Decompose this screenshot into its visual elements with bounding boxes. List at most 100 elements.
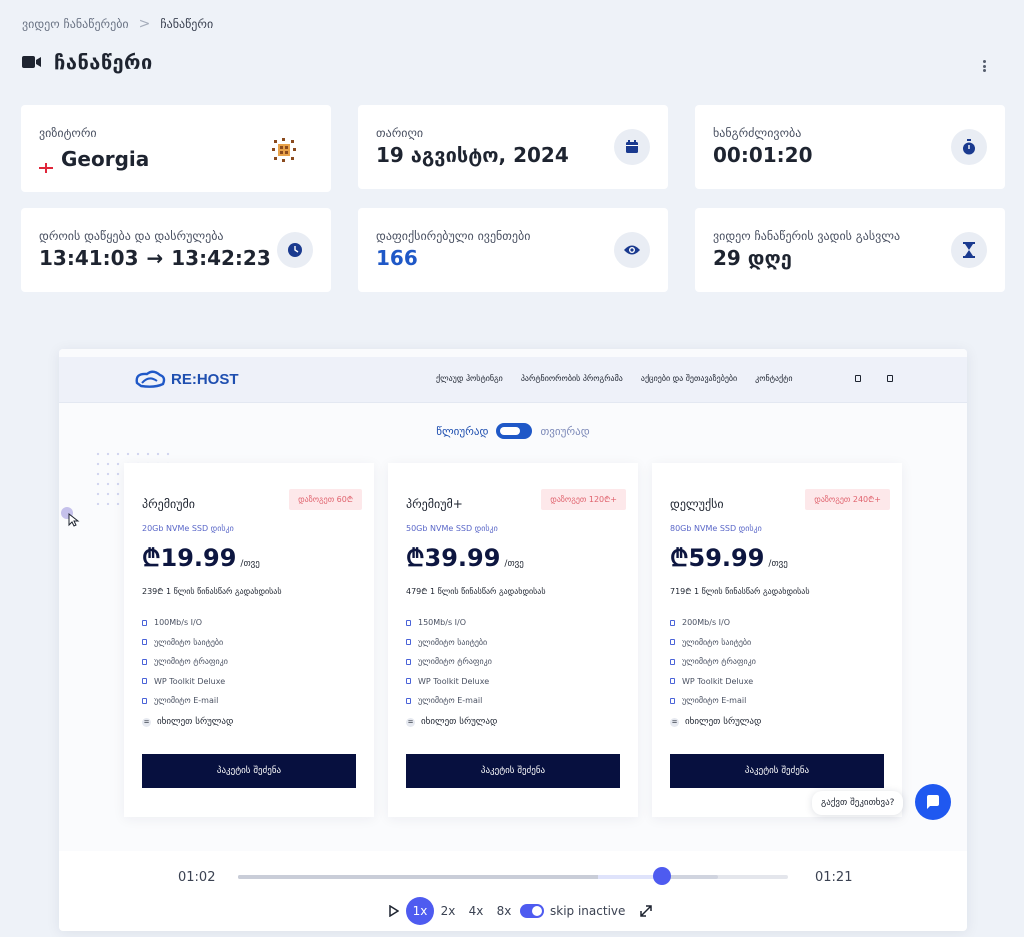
feature-text: ულიმიტო ტრაფიკი [154, 657, 228, 667]
breadcrumb-separator: > [138, 16, 151, 32]
visitor-label: ვიზიტორი [39, 126, 97, 140]
checkbox-icon [670, 697, 675, 704]
list-item: WP Toolkit Deluxe [142, 672, 228, 692]
plan-name: დელუქსი [670, 497, 724, 511]
session-replay-player: RE:HOST ქლაუდ ჰოსტინგი პარტნიორობის პროგ… [59, 349, 967, 931]
feature-text: ულიმიტო საიტები [682, 637, 752, 647]
duration-value: 00:01:20 [713, 143, 813, 167]
chat-prompt-bubble: გაქვთ შეკითხვა? [812, 791, 904, 815]
buy-plan-button: პაკეტის შეძენა [142, 754, 356, 788]
date-value: 19 აგვისტო, 2024 [376, 143, 569, 167]
speed-1x-button[interactable]: 1x [406, 897, 434, 925]
video-camera-icon [22, 56, 41, 68]
plan-see-more: = იხილეთ სრულად [406, 717, 497, 727]
list-item: ულიმიტო ტრაფიკი [406, 652, 492, 672]
see-more-text: იხილეთ სრულად [421, 717, 498, 727]
fullscreen-icon[interactable] [639, 904, 653, 918]
feature-text: ულიმიტო E-mail [682, 696, 747, 706]
skip-inactive-label: skip inactive [550, 904, 626, 918]
plan-price: ₾19.99/თვე [142, 541, 260, 574]
see-more-text: იხილეთ სრულად [157, 717, 234, 727]
start-end-card: დროის დაწყება და დასრულება 13:41:03 → 13… [21, 208, 331, 292]
progress-thumb[interactable] [653, 867, 671, 885]
breadcrumb-parent-link[interactable]: ვიდეო ჩანაწერები [22, 17, 129, 31]
stopwatch-icon [951, 129, 987, 165]
speed-2x-button[interactable]: 2x [434, 897, 462, 925]
checkbox-icon [406, 658, 411, 665]
equals-icon: = [406, 717, 415, 727]
list-item: 100Mb/s I/O [142, 613, 228, 633]
checkbox-icon [142, 658, 147, 665]
feature-text: 100Mb/s I/O [154, 618, 203, 628]
expiry-label: ვიდეო ჩანაწერის ვადის გასვლა [713, 229, 901, 243]
breadcrumb: ვიდეო ჩანაწერები > ჩანაწერი [22, 16, 213, 32]
plan-disk: 80Gb NVMe SSD დისკი [670, 524, 762, 533]
checkbox-icon [406, 678, 411, 685]
search-icon [855, 375, 861, 382]
checkbox-icon [142, 678, 147, 685]
georgia-flag-icon [39, 154, 53, 173]
rehost-logo: RE:HOST [133, 369, 239, 389]
checkbox-icon [670, 619, 675, 626]
events-label: დაფიქსირებული ივენთები [376, 229, 531, 243]
plan-price-amount: ₾39.99 [406, 544, 501, 572]
duration-label: ხანგრძლივობა [713, 126, 802, 140]
play-icon[interactable] [382, 897, 406, 925]
plan-discount-badge: დაზოგეთ 120₾+ [541, 489, 626, 510]
checkbox-icon [406, 639, 411, 646]
duration-card: ხანგრძლივობა 00:01:20 [695, 105, 1005, 189]
list-item: 150Mb/s I/O [406, 613, 492, 633]
plan-disk: 50Gb NVMe SSD დისკი [406, 524, 498, 533]
plan-discount-badge: დაზოგეთ 60₾ [289, 489, 362, 510]
recorded-mouse-cursor-icon [61, 507, 81, 531]
page-heading: ჩანაწერი [54, 50, 153, 74]
events-value[interactable]: 166 [376, 246, 418, 270]
checkbox-icon [142, 697, 147, 704]
date-card: თარიღი 19 აგვისტო, 2024 [358, 105, 668, 189]
checkbox-icon [406, 697, 411, 704]
feature-text: WP Toolkit Deluxe [418, 676, 490, 686]
nav-link-partner-program: პარტნიორობის პროგრამა [520, 374, 623, 383]
speed-4x-button[interactable]: 4x [462, 897, 490, 925]
plan-features: 150Mb/s I/O ულიმიტო საიტები ულიმიტო ტრაფ… [406, 613, 492, 711]
plan-price-period: /თვე [768, 559, 788, 569]
plan-card-deluxe: დელუქსი დაზოგეთ 240₾+ 80Gb NVMe SSD დისკ… [652, 463, 902, 817]
nav-link-offers: აქციები და შეთავაზებები [640, 374, 738, 383]
list-item: ულიმიტო საიტები [406, 633, 492, 653]
kebab-menu-icon[interactable] [978, 58, 990, 74]
eye-icon [614, 232, 650, 268]
plan-disk: 20Gb NVMe SSD დისკი [142, 524, 234, 533]
plan-price-period: /თვე [504, 559, 524, 569]
plan-features: 200Mb/s I/O ულიმიტო საიტები ულიმიტო ტრაფ… [670, 613, 756, 711]
list-item: WP Toolkit Deluxe [406, 672, 492, 692]
plan-price: ₾59.99/თვე [670, 541, 788, 574]
feature-text: 200Mb/s I/O [682, 618, 731, 628]
expiry-card: ვიდეო ჩანაწერის ვადის გასვლა 29 დღე [695, 208, 1005, 292]
feature-text: 150Mb/s I/O [418, 618, 467, 628]
list-item: ულიმიტო საიტები [670, 633, 756, 653]
plan-name: პრემიუმი [142, 497, 195, 511]
list-item: ულიმიტო საიტები [142, 633, 228, 653]
hourglass-icon [951, 232, 987, 268]
plan-see-more: = იხილეთ სრულად [670, 717, 761, 727]
checkbox-icon [670, 639, 675, 646]
checkbox-icon [142, 639, 147, 646]
list-item: ულიმიტო E-mail [670, 691, 756, 711]
list-item: ულიმიტო E-mail [406, 691, 492, 711]
playback-controls: 1x 2x 4x 8x skip inactive [382, 897, 653, 925]
plan-discount-badge: დაზოგეთ 240₾+ [805, 489, 890, 510]
page-title: ჩანაწერი [22, 50, 153, 74]
skip-inactive-toggle[interactable] [520, 904, 544, 918]
breadcrumb-current: ჩანაწერი [160, 17, 214, 31]
visitor-country: Georgia [61, 147, 150, 171]
feature-text: ულიმიტო ტრაფიკი [418, 657, 492, 667]
equals-icon: = [670, 717, 679, 727]
buy-plan-button: პაკეტის შეძენა [670, 754, 884, 788]
start-end-label: დროის დაწყება და დასრულება [39, 229, 224, 243]
plan-yearly-note: 239₾ 1 წლის წინასწარ გადახდისას [142, 587, 282, 596]
checkbox-icon [670, 658, 675, 665]
buy-plan-button: პაკეტის შეძენა [406, 754, 620, 788]
speed-8x-button[interactable]: 8x [490, 897, 518, 925]
progress-track[interactable] [238, 875, 788, 879]
plan-name: პრემიუმ+ [406, 497, 463, 511]
